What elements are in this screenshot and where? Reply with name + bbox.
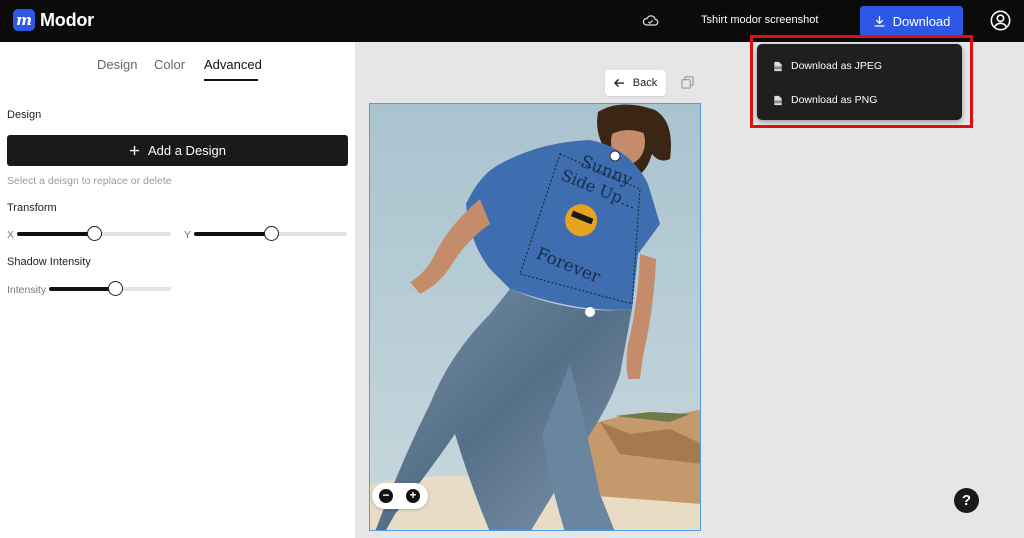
intensity-slider[interactable] [49, 281, 171, 296]
left-panel: Design Color Advanced Design Add a Desig… [0, 42, 355, 538]
back-button-label: Back [632, 77, 658, 89]
download-dropdown-menu: Download as JPEG Download as PNG [757, 44, 962, 120]
intensity-slider-fill [49, 287, 115, 291]
download-png-option[interactable]: Download as PNG [757, 87, 962, 113]
zoom-controls: − + [372, 483, 428, 509]
intensity-slider-thumb[interactable] [107, 281, 123, 296]
add-design-button[interactable]: Add a Design [7, 135, 348, 166]
zoom-out-button[interactable]: − [379, 489, 393, 503]
intensity-slider-label: Intensity [7, 284, 47, 296]
download-icon [873, 15, 885, 27]
y-slider-label: Y [184, 229, 192, 241]
app-name: Modor [40, 9, 94, 30]
x-slider-thumb[interactable] [87, 226, 102, 241]
tab-color[interactable]: Color [154, 57, 185, 72]
add-design-label: Add a Design [147, 143, 227, 158]
tab-design[interactable]: Design [97, 57, 137, 72]
x-slider[interactable] [17, 226, 171, 241]
copy-icon[interactable] [681, 76, 694, 89]
help-button[interactable]: ? [954, 488, 979, 513]
x-slider-fill [17, 232, 94, 236]
plus-icon [129, 145, 140, 156]
download-button-label: Download [892, 13, 951, 29]
y-slider-thumb[interactable] [263, 226, 279, 241]
back-button[interactable]: Back [605, 70, 666, 96]
model-wearing-tshirt-image: Sunny Side Up... Forever [370, 104, 700, 530]
download-jpeg-label: Download as JPEG [791, 60, 883, 72]
zoom-in-button[interactable]: + [406, 489, 420, 503]
x-slider-label: X [7, 229, 15, 241]
tab-bar: Design Color Advanced [0, 57, 355, 83]
tab-advanced[interactable]: Advanced [204, 57, 262, 72]
cloud-icon[interactable] [642, 13, 659, 27]
design-section-label: Design [7, 109, 42, 121]
download-png-label: Download as PNG [791, 94, 878, 106]
jpg-file-icon [774, 61, 782, 71]
download-jpeg-option[interactable]: Download as JPEG [757, 53, 962, 79]
app-logo[interactable]: m Modor [13, 9, 94, 31]
active-tab-indicator [204, 79, 258, 81]
shadow-section-label: Shadow Intensity [7, 256, 91, 268]
download-button[interactable]: Download [860, 6, 963, 36]
y-slider[interactable] [194, 226, 347, 241]
design-hint-text: Select a deisgn to replace or delete [7, 175, 172, 187]
arrow-left-icon [613, 78, 624, 88]
mockup-photo[interactable]: Sunny Side Up... Forever [369, 103, 701, 531]
transform-section-label: Transform [7, 202, 57, 214]
png-file-icon [774, 95, 782, 105]
user-circle-icon[interactable] [990, 10, 1011, 31]
y-slider-fill [194, 232, 271, 236]
logo-mark-icon: m [13, 9, 35, 31]
document-title[interactable]: Tshirt modor screenshot [701, 14, 818, 26]
